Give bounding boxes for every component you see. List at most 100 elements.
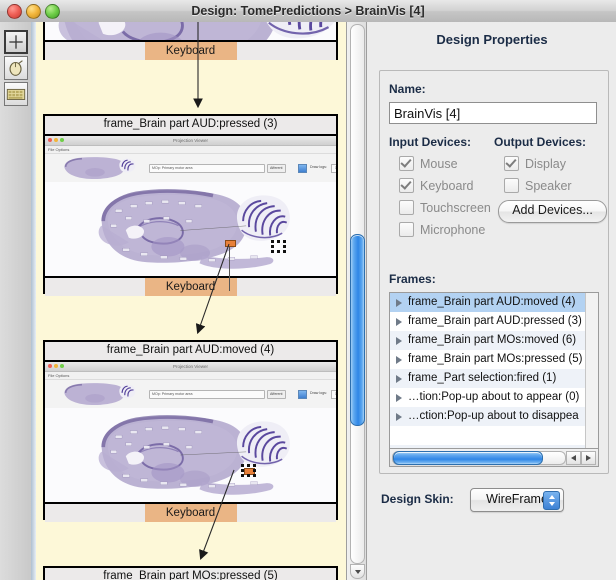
- checkbox-mouse[interactable]: Mouse: [399, 156, 458, 171]
- disclosure-triangle-icon[interactable]: [396, 393, 402, 402]
- afferent-toggle-icon[interactable]: [298, 164, 307, 173]
- disclosure-triangle-icon[interactable]: [396, 336, 402, 345]
- frame-aud-moved[interactable]: frame_Brain part AUD:moved (4) Projectio…: [43, 340, 338, 522]
- checkbox-display[interactable]: Display: [504, 156, 566, 171]
- name-input[interactable]: [389, 102, 597, 124]
- inner-app-controls-row: MOp: Primary motor area Afferent Draw lo…: [45, 380, 336, 409]
- checkbox-box[interactable]: [399, 222, 414, 237]
- frame-body: Projection Viewer File Options MOp: Prim…: [45, 362, 336, 502]
- disclosure-triangle-icon[interactable]: [396, 412, 402, 421]
- cursor-marker: [225, 240, 236, 247]
- checkbox-speaker[interactable]: Speaker: [504, 178, 572, 193]
- frame-title: frame_Brain part MOs:pressed (5): [45, 568, 336, 580]
- keyboard-tool-button[interactable]: [4, 82, 28, 106]
- list-item-label: …tion:Pop-up about to appear (0): [408, 391, 580, 403]
- region-select[interactable]: MOp: Primary motor area: [149, 390, 265, 399]
- checkbox-box[interactable]: [399, 178, 414, 193]
- checkbox-box[interactable]: [399, 200, 414, 215]
- brain-thumbnail: [63, 156, 137, 181]
- stepper-icon[interactable]: [543, 491, 560, 510]
- frame-title: frame_Brain part AUD:moved (4): [45, 342, 336, 362]
- afferent-button[interactable]: Afferent: [267, 164, 286, 173]
- brain-thumbnail: [63, 382, 137, 407]
- checkbox-label: Speaker: [525, 178, 572, 193]
- draw-logs-label: Draw logs:: [310, 391, 327, 395]
- inner-app-window: Projection Viewer File Options MOp: Prim…: [45, 136, 336, 183]
- frames-list-horizontal-scrollbar[interactable]: [389, 449, 599, 467]
- list-item-label: frame_Brain part AUD:moved (4): [408, 296, 576, 308]
- device-bar: Keyboard: [45, 276, 336, 296]
- scrollbar-thumb[interactable]: [350, 234, 365, 426]
- checkbox-label: Touchscreen: [420, 200, 491, 215]
- design-canvas[interactable]: Keyboard frame_Brain part AUD:pressed (3…: [31, 22, 346, 580]
- list-item-label: frame_Brain part AUD:pressed (3): [408, 315, 582, 327]
- output-devices-label: Output Devices:: [494, 135, 587, 149]
- frames-list[interactable]: frame_Brain part AUD:moved (4) frame_Bra…: [389, 292, 599, 449]
- checkbox-label: Microphone: [420, 222, 486, 237]
- list-item-label: frame_Brain part MOs:pressed (5): [408, 353, 583, 365]
- add-devices-button[interactable]: Add Devices...: [498, 200, 607, 223]
- checkbox-label: Mouse: [420, 156, 458, 171]
- afferent-button[interactable]: Afferent: [267, 390, 286, 399]
- list-item[interactable]: …tion:Pop-up about to appear (0): [390, 388, 598, 407]
- inner-app-title: Projection Viewer: [173, 364, 208, 369]
- scrollbar-thumb[interactable]: [393, 451, 543, 465]
- input-devices-label: Input Devices:: [389, 135, 472, 149]
- list-item[interactable]: …ction:Pop-up about to disappea: [390, 407, 598, 426]
- device-bar: Keyboard: [45, 502, 336, 522]
- device-bar: Keyboard: [45, 40, 336, 60]
- tool-palette: [0, 22, 32, 580]
- checkbox-box[interactable]: [504, 178, 519, 193]
- frame-mos-pressed[interactable]: frame_Brain part MOs:pressed (5) Project…: [43, 566, 338, 580]
- frame-title: frame_Brain part AUD:pressed (3): [45, 116, 336, 136]
- design-skin-value: WireFrame: [486, 492, 548, 506]
- design-skin-label: Design Skin:: [381, 492, 454, 506]
- selection-handles: [241, 464, 257, 478]
- checkbox-box[interactable]: [399, 156, 414, 171]
- scroll-down-arrow[interactable]: [350, 564, 365, 579]
- list-item[interactable]: frame_Brain part MOs:moved (6): [390, 331, 598, 350]
- scroll-left-arrow[interactable]: [566, 451, 581, 465]
- list-item-label: …ction:Pop-up about to disappea: [408, 410, 579, 422]
- disclosure-triangle-icon[interactable]: [396, 298, 402, 307]
- draw-logs-label: Draw logs:: [310, 165, 327, 169]
- crosshair-tool-button[interactable]: [4, 30, 28, 54]
- mouse-tool-button[interactable]: [4, 56, 28, 80]
- region-select[interactable]: MOp: Primary motor area: [149, 164, 265, 173]
- design-properties-panel: Design Properties Name: Input Devices: O…: [366, 22, 616, 580]
- list-item[interactable]: frame_Brain part AUD:pressed (3): [390, 312, 598, 331]
- keyboard-icon: [6, 88, 26, 100]
- list-item-label: frame_Part selection:fired (1): [408, 372, 557, 384]
- list-item[interactable]: frame_Brain part AUD:moved (4): [390, 293, 598, 312]
- design-skin-select[interactable]: WireFrame: [470, 488, 564, 512]
- inner-app-menubar[interactable]: File Options: [45, 146, 336, 154]
- disclosure-triangle-icon[interactable]: [396, 374, 402, 383]
- frame-aud-pressed[interactable]: frame_Brain part AUD:pressed (3) Project…: [43, 114, 338, 296]
- brain-section-image: [45, 22, 336, 40]
- disclosure-triangle-icon[interactable]: [396, 355, 402, 364]
- inner-app-titlebar: Projection Viewer: [45, 362, 336, 372]
- frame-top-partial[interactable]: Keyboard: [43, 22, 338, 60]
- device-chip-keyboard[interactable]: Keyboard: [144, 42, 237, 60]
- list-item[interactable]: frame_Part selection:fired (1): [390, 369, 598, 388]
- checkbox-microphone[interactable]: Microphone: [399, 222, 485, 237]
- draw-logs-field[interactable]: 1: [331, 390, 336, 399]
- brain-section-image: [45, 182, 336, 276]
- name-label: Name:: [389, 82, 426, 96]
- afferent-toggle-icon[interactable]: [298, 390, 307, 399]
- frames-list-vertical-scrollbar[interactable]: [585, 293, 598, 448]
- window-title: Design: TomePredictions > BrainVis [4]: [191, 4, 425, 18]
- checkbox-box[interactable]: [504, 156, 519, 171]
- device-chip-keyboard[interactable]: Keyboard: [144, 278, 237, 296]
- inner-app-title: Projection Viewer: [173, 138, 208, 143]
- canvas-vertical-scrollbar[interactable]: [346, 22, 367, 580]
- inner-app-menubar[interactable]: File Options: [45, 372, 336, 380]
- draw-logs-field[interactable]: 1: [331, 164, 336, 173]
- scroll-right-arrow[interactable]: [581, 451, 596, 465]
- list-item[interactable]: frame_Brain part MOs:pressed (5): [390, 350, 598, 369]
- disclosure-triangle-icon[interactable]: [396, 317, 402, 326]
- checkbox-touchscreen[interactable]: Touchscreen: [399, 200, 491, 215]
- checkbox-label: Keyboard: [420, 178, 474, 193]
- device-chip-keyboard[interactable]: Keyboard: [144, 504, 237, 522]
- checkbox-keyboard[interactable]: Keyboard: [399, 178, 474, 193]
